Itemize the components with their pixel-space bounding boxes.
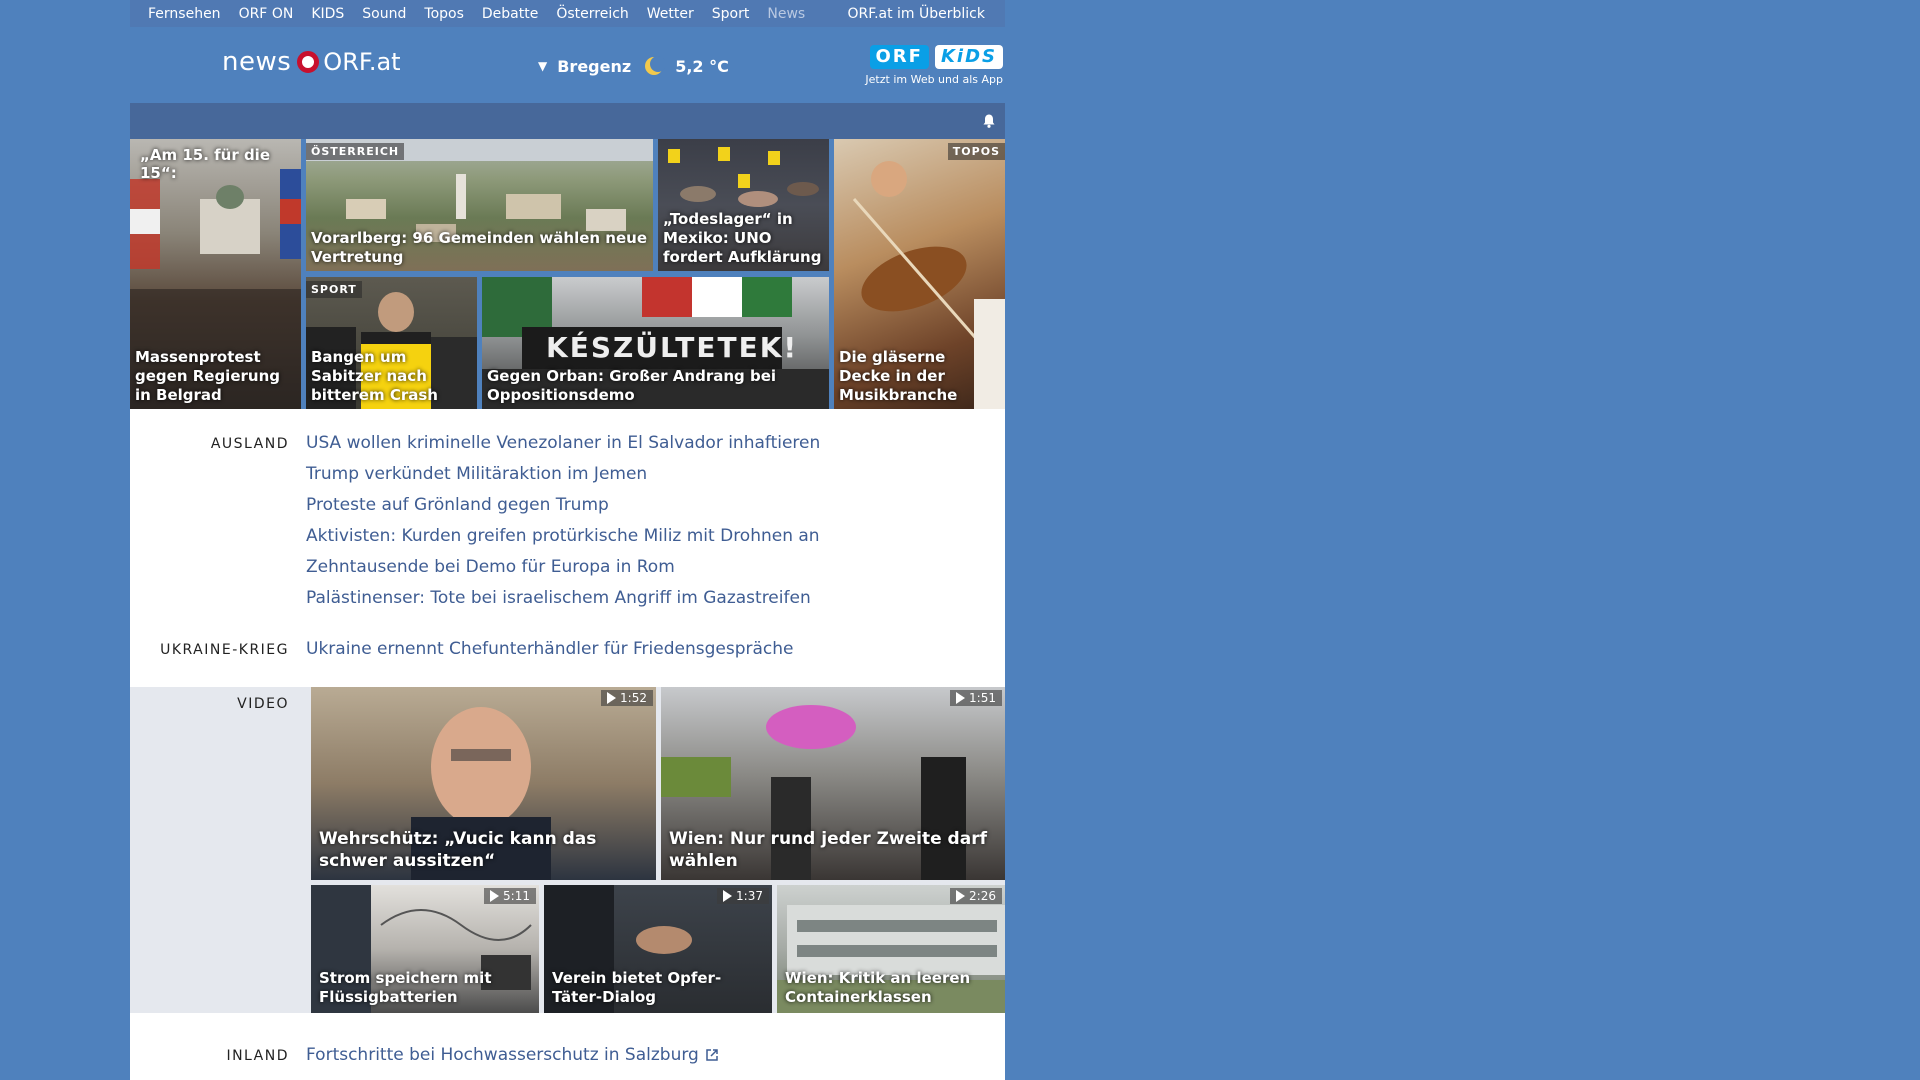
site-header: news ORF.at ▼ Bregenz 5,2 °C ORF KiDS Je… bbox=[130, 27, 1005, 103]
teaser-caption: „Todeslager“ in Mexiko: UNO fordert Aufk… bbox=[663, 210, 822, 266]
video-duration: 1:51 bbox=[950, 690, 1002, 706]
teaser-kicker: „Am 15. für die 15“: bbox=[140, 146, 270, 182]
teaser-musikbranche[interactable]: TOPOS Die gläserne Decke in der Musikbra… bbox=[834, 139, 1005, 409]
teaser-caption: Bangen um Sabitzer nach bitterem Crash bbox=[311, 348, 438, 404]
teaser-category-tag: SPORT bbox=[306, 281, 362, 298]
news-link[interactable]: Aktivisten: Kurden greifen protürkische … bbox=[306, 521, 820, 552]
video-duration: 1:52 bbox=[601, 690, 653, 706]
news-link-external[interactable]: Fortschritte bei Hochwasserschutz in Sal… bbox=[306, 1040, 719, 1071]
nav-kids[interactable]: KIDS bbox=[311, 6, 344, 22]
logo-orf-text: ORF.at bbox=[323, 48, 401, 76]
weather-widget: ▼ Bregenz 5,2 °C bbox=[538, 55, 729, 77]
kids-subtitle: Jetzt im Web und als App bbox=[865, 73, 1003, 86]
video-duration: 2:26 bbox=[950, 888, 1002, 904]
news-link[interactable]: Proteste auf Grönland gegen Trump bbox=[306, 490, 820, 521]
news-link[interactable]: USA wollen kriminelle Venezolaner in El … bbox=[306, 428, 820, 459]
nav-orf-overview[interactable]: ORF.at im Überblick bbox=[848, 6, 985, 22]
teaser-caption: Die gläserne Decke in der Musikbranche bbox=[839, 348, 958, 404]
play-icon bbox=[956, 692, 966, 704]
inland-links: Fortschritte bei Hochwasserschutz in Sal… bbox=[306, 1040, 719, 1071]
video-teaser[interactable]: 1:51 Wien: Nur rund jeder Zweite darf wä… bbox=[661, 687, 1005, 880]
top-navigation: Fernsehen ORF ON KIDS Sound Topos Debatt… bbox=[130, 0, 1005, 27]
section-label-ausland: AUSLAND bbox=[210, 436, 289, 452]
news-link[interactable]: Trump verkündet Militäraktion im Jemen bbox=[306, 459, 820, 490]
nav-oesterreich[interactable]: Österreich bbox=[556, 6, 628, 22]
news-link[interactable]: Palästinenser: Tote bei israelischem Ang… bbox=[306, 583, 820, 614]
kids-badge: KiDS bbox=[934, 45, 1003, 69]
bell-icon[interactable] bbox=[981, 113, 997, 129]
nav-sound[interactable]: Sound bbox=[362, 6, 406, 22]
nav-news[interactable]: News bbox=[767, 6, 805, 22]
section-label-inland: INLAND bbox=[226, 1048, 289, 1064]
video-caption: Wien: Nur rund jeder Zweite darf wählen bbox=[669, 829, 987, 871]
main-content: AUSLAND USA wollen kriminelle Venezolane… bbox=[130, 409, 1005, 1080]
nav-fernsehen[interactable]: Fernsehen bbox=[148, 6, 221, 22]
nav-topos[interactable]: Topos bbox=[424, 6, 463, 22]
teaser-category-tag: TOPOS bbox=[947, 143, 1005, 160]
video-teaser[interactable]: 1:37 Verein bietet Opfer-Täter-Dialog bbox=[544, 885, 772, 1013]
teaser-caption: Massenprotest gegen Regierung in Belgrad bbox=[135, 348, 280, 404]
teaser-mexiko[interactable]: „Todeslager“ in Mexiko: UNO fordert Aufk… bbox=[658, 139, 829, 271]
nav-debatte[interactable]: Debatte bbox=[482, 6, 538, 22]
section-label-video: VIDEO bbox=[237, 696, 289, 712]
notification-bar bbox=[130, 103, 1005, 139]
weather-temperature: 5,2 °C bbox=[675, 56, 729, 76]
nav-wetter[interactable]: Wetter bbox=[647, 6, 694, 22]
video-duration: 5:11 bbox=[484, 888, 536, 904]
video-section: VIDEO 1:52 Wehrschütz: „Vucic kann das s… bbox=[130, 687, 1005, 1013]
video-teaser[interactable]: 2:26 Wien: Kritik an leeren Containerkla… bbox=[777, 885, 1005, 1013]
teaser-banner-text: KÉSZÜLTETEK! bbox=[546, 331, 799, 364]
section-label-ukraine: UKRAINE-KRIEG bbox=[160, 642, 289, 658]
page: Fernsehen ORF ON KIDS Sound Topos Debatt… bbox=[130, 0, 1005, 1080]
play-icon bbox=[723, 890, 733, 902]
video-duration: 1:37 bbox=[717, 888, 769, 904]
teaser-sabitzer[interactable]: SPORT Bangen um Sabitzer nach bitterem C… bbox=[306, 277, 477, 409]
video-caption: Verein bietet Opfer-Täter-Dialog bbox=[552, 969, 722, 1006]
logo-news-text: news bbox=[222, 47, 292, 77]
play-icon bbox=[607, 692, 617, 704]
news-orf-logo[interactable]: news ORF.at bbox=[222, 47, 401, 77]
video-caption: Wehrschütz: „Vucic kann das schwer aussi… bbox=[319, 829, 597, 871]
video-caption: Wien: Kritik an leeren Containerklassen bbox=[785, 969, 971, 1006]
weather-city[interactable]: Bregenz bbox=[557, 57, 631, 76]
video-caption: Strom speichern mit Flüssigbatterien bbox=[319, 969, 492, 1006]
ukraine-links: Ukraine ernennt Chefunterhändler für Fri… bbox=[306, 634, 793, 665]
play-icon bbox=[956, 890, 966, 902]
location-dropdown-icon[interactable]: ▼ bbox=[538, 59, 547, 73]
orf-kids-logo: ORF KiDS bbox=[863, 45, 1003, 69]
teaser-vorarlberg[interactable]: ÖSTERREICH Vorarlberg: 96 Gemeinden wähl… bbox=[306, 139, 653, 271]
teaser-belgrad[interactable]: „Am 15. für die 15“: Massenprotest gegen… bbox=[130, 139, 301, 409]
teaser-category-tag: ÖSTERREICH bbox=[306, 143, 405, 160]
video-teaser[interactable]: 5:11 Strom speichern mit Flüssigbatterie… bbox=[311, 885, 539, 1013]
play-icon bbox=[490, 890, 500, 902]
news-link[interactable]: Ukraine ernennt Chefunterhändler für Fri… bbox=[306, 634, 793, 665]
teaser-orban[interactable]: KÉSZÜLTETEK! Gegen Orban: Großer Andrang… bbox=[482, 277, 829, 409]
news-link[interactable]: Zehntausende bei Demo für Europa in Rom bbox=[306, 552, 820, 583]
orf-kids-promo[interactable]: ORF KiDS Jetzt im Web und als App bbox=[863, 45, 1003, 86]
orf-badge: ORF bbox=[869, 45, 929, 69]
video-teaser[interactable]: 1:52 Wehrschütz: „Vucic kann das schwer … bbox=[311, 687, 656, 880]
moon-icon bbox=[645, 56, 666, 75]
external-link-icon bbox=[706, 1049, 718, 1061]
teaser-caption: Gegen Orban: Großer Andrang bei Oppositi… bbox=[487, 367, 777, 404]
orf-ring-icon bbox=[297, 51, 320, 73]
ausland-links: USA wollen kriminelle Venezolaner in El … bbox=[306, 428, 820, 614]
teaser-caption: Vorarlberg: 96 Gemeinden wählen neue Ver… bbox=[311, 229, 648, 266]
nav-sport[interactable]: Sport bbox=[712, 6, 750, 22]
nav-orf-on[interactable]: ORF ON bbox=[239, 6, 294, 22]
